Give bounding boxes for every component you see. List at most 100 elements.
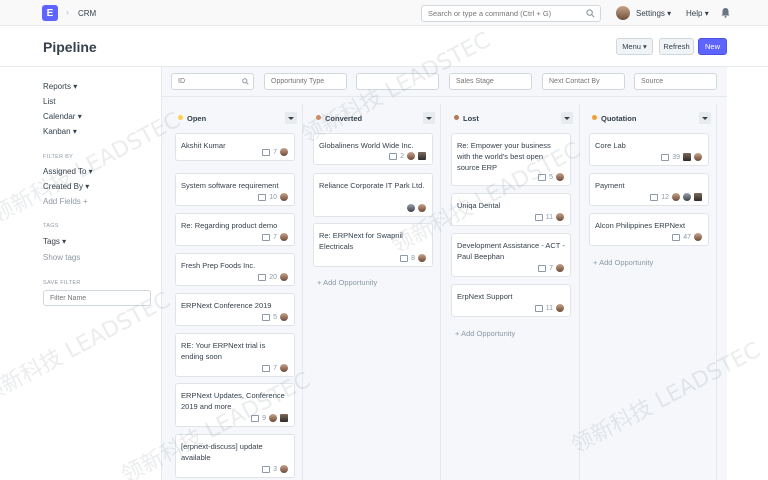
assignee-avatar[interactable] [280,233,288,241]
show-tags-link[interactable]: Show tags [43,253,80,262]
add-fields-link[interactable]: Add Fields + [43,197,88,206]
add-opportunity-link[interactable]: + Add Opportunity [317,278,377,287]
kanban-card[interactable]: ERPNext Updates, Conference 2019 and mor… [175,383,295,427]
user-avatar[interactable] [616,6,630,20]
kanban-card[interactable]: Globalinens World Wide Inc. 2 [313,133,433,165]
assignee-avatar[interactable] [280,313,288,321]
assignee-avatar[interactable] [280,364,288,372]
card-title: Uniqa Dental [457,201,501,210]
assignee-avatar[interactable] [556,213,564,221]
add-opportunity-label: Add Opportunity [461,329,516,338]
sidebar-item-tags[interactable]: Tags ▾ [43,237,66,246]
settings-dropdown[interactable]: Settings ▾ [636,9,671,18]
column-menu-button[interactable] [285,112,297,124]
notification-bell-icon[interactable] [721,7,730,18]
card-meta: 7 [262,233,288,241]
sidebar-item-calendar[interactable]: Calendar ▾ [43,112,82,121]
filter-name-input[interactable] [43,290,151,306]
assignee-avatar[interactable] [672,193,680,201]
opportunity-type-filter[interactable] [264,73,347,90]
comment-icon [258,193,267,201]
card-meta: 9 [251,414,288,422]
refresh-button[interactable]: Refresh [659,38,694,55]
assignee-avatar[interactable] [556,304,564,312]
kanban-card[interactable]: ErpNext Support 11 [451,284,571,317]
next-contact-filter[interactable] [542,73,625,90]
search-bar[interactable] [421,5,601,22]
menu-button[interactable]: Menu ▾ [616,38,653,55]
comment-count: 47 [683,233,691,241]
card-title: Re: ERPNext for Swapnil Electricals [319,231,403,251]
comment-icon [262,233,271,241]
column-color-dot [316,115,321,120]
add-opportunity-link[interactable]: + Add Opportunity [455,329,515,338]
assignee-avatar[interactable] [694,153,702,161]
comment-count: 5 [273,313,277,321]
comment-icon [262,313,271,321]
assignee-avatar[interactable] [418,152,426,160]
card-meta: 39 [661,153,702,161]
assignee-avatar[interactable] [556,264,564,272]
kanban-card[interactable]: Re: Empower your business with the world… [451,133,571,186]
card-title: RE: Your ERPNext trial is ending soon [181,341,266,361]
sidebar-item-assigned-to[interactable]: Assigned To ▾ [43,167,93,176]
kanban-card[interactable]: Re: Regarding product demo 7 [175,213,295,246]
help-dropdown[interactable]: Help ▾ [686,9,709,18]
comment-count: 10 [269,193,277,201]
sidebar-item-list[interactable]: List [43,97,55,106]
kanban-card[interactable]: Akshit Kumar 7 [175,133,295,161]
assignee-avatar[interactable] [556,173,564,181]
column-color-dot [592,115,597,120]
assignee-avatar[interactable] [280,273,288,281]
kanban-card[interactable]: RE: Your ERPNext trial is ending soon 7 [175,333,295,377]
add-opportunity-link[interactable]: + Add Opportunity [593,258,653,267]
assignee-avatar[interactable] [683,153,691,161]
new-button[interactable]: New [698,38,727,55]
card-title: Fresh Prep Foods Inc. [181,261,256,270]
assignee-avatar[interactable] [683,193,691,201]
kanban-card[interactable]: Core Lab 39 [589,133,709,166]
kanban-card[interactable]: [erpnext-discuss] update available 3 [175,434,295,478]
kanban-card[interactable]: Reliance Corporate IT Park Ltd. [313,173,433,217]
app-logo[interactable]: E [42,5,58,21]
search-icon[interactable] [586,9,595,18]
card-meta: 11 [534,304,564,312]
sales-stage-filter[interactable] [449,73,532,90]
kanban-card[interactable]: Uniqa Dental 11 [451,193,571,226]
assignee-avatar[interactable] [694,233,702,241]
assignee-avatar[interactable] [269,414,277,422]
blank-filter[interactable] [356,73,439,90]
filter-bar [161,67,727,97]
source-filter[interactable] [634,73,717,90]
column-title: Quotation [601,114,637,123]
assignee-avatar[interactable] [418,254,426,262]
sidebar-item-reports[interactable]: Reports ▾ [43,82,77,91]
column-menu-button[interactable] [699,112,711,124]
kanban-card[interactable]: Development Assistance - ACT - Paul Beep… [451,233,571,277]
comment-icon [661,153,670,161]
assignee-avatar[interactable] [694,193,702,201]
card-meta: 20 [258,273,288,281]
kanban-card[interactable]: System software requirement 10 [175,173,295,206]
search-input[interactable] [422,6,582,21]
sidebar-item-created-by[interactable]: Created By ▾ [43,182,89,191]
card-title: System software requirement [181,181,279,190]
comment-icon [534,213,543,221]
column-menu-button[interactable] [423,112,435,124]
assignee-avatar[interactable] [280,148,288,156]
assignee-avatar[interactable] [418,204,426,212]
assignee-avatar[interactable] [280,465,288,473]
column-menu-button[interactable] [561,112,573,124]
assignee-avatar[interactable] [407,152,415,160]
breadcrumb-crm[interactable]: CRM [78,9,96,18]
kanban-card[interactable]: Alcon Philippines ERPNext 47 [589,213,709,246]
kanban-card[interactable]: Fresh Prep Foods Inc. 20 [175,253,295,286]
sidebar-item-kanban[interactable]: Kanban ▾ [43,127,77,136]
assignee-avatar[interactable] [280,414,288,422]
card-meta: 12 [650,193,702,201]
kanban-card[interactable]: Re: ERPNext for Swapnil Electricals 8 [313,223,433,267]
kanban-card[interactable]: Payment 12 [589,173,709,206]
assignee-avatar[interactable] [407,204,415,212]
kanban-card[interactable]: ERPNext Conference 2019 5 [175,293,295,326]
assignee-avatar[interactable] [280,193,288,201]
